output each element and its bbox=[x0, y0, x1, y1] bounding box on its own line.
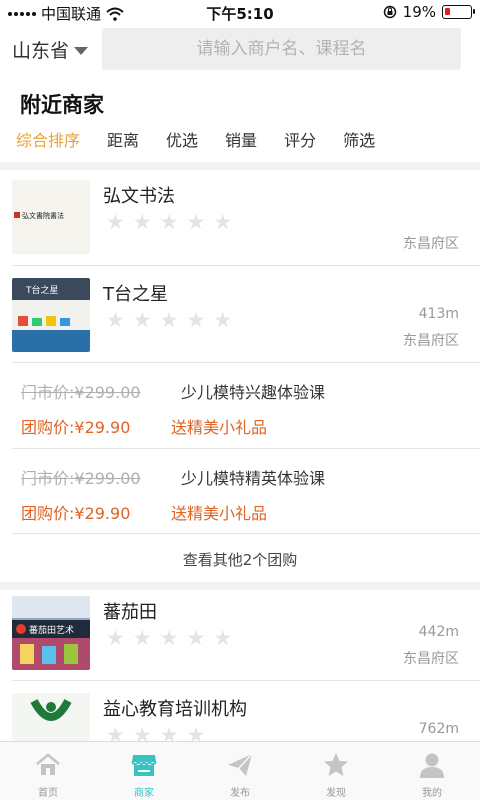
thumb-store-sign: 蕃茄田艺术 bbox=[29, 624, 74, 636]
deal-group-price: 团购价:¥29.90 bbox=[21, 418, 131, 437]
merchant-distance: 762m bbox=[418, 721, 459, 737]
star-icon: ★ bbox=[213, 210, 233, 234]
store-icon bbox=[131, 755, 157, 776]
tab-discover[interactable]: 发现 bbox=[288, 742, 384, 800]
merchant-name: T台之星 bbox=[103, 284, 168, 305]
star-icon: ★ bbox=[106, 308, 125, 332]
merchant-area: 东昌府区 bbox=[403, 651, 459, 667]
merchant-area: 东昌府区 bbox=[403, 333, 459, 349]
merchant-thumbnail: 弘文書院書法 bbox=[12, 180, 90, 254]
tab-label: 我的 bbox=[422, 788, 442, 799]
star-icon: ★ bbox=[132, 626, 152, 650]
star-icon: ★ bbox=[159, 308, 179, 332]
merchant-name: 蕃茄田 bbox=[103, 602, 157, 623]
calligraphy-logo-image: 弘文書院書法 bbox=[12, 180, 90, 254]
battery-icon bbox=[442, 5, 475, 19]
divider bbox=[12, 448, 480, 449]
sort-tab-sales[interactable]: 销量 bbox=[225, 127, 257, 151]
rating-stars: ★ ★ ★ ★ ★ bbox=[106, 212, 232, 233]
province-label: 山东省 bbox=[12, 40, 70, 62]
education-logo-image bbox=[12, 693, 90, 741]
star-icon: ★ bbox=[159, 626, 179, 650]
deal-original-price: 门市价:¥299.00 bbox=[21, 469, 141, 488]
tab-profile[interactable]: 我的 bbox=[384, 742, 480, 800]
battery-percent: 19% bbox=[402, 3, 436, 21]
province-selector[interactable]: 山东省 bbox=[12, 36, 89, 63]
star-icon: ★ bbox=[132, 308, 152, 332]
studio-photo-image: T台之星 bbox=[12, 278, 90, 352]
home-icon bbox=[36, 753, 60, 775]
divider bbox=[12, 362, 480, 363]
search-row: 山东省 bbox=[0, 28, 480, 70]
star-icon: ★ bbox=[213, 626, 233, 650]
merchant-distance: 442m bbox=[418, 624, 459, 640]
deal-group-price: 团购价:¥29.90 bbox=[21, 504, 131, 523]
star-icon: ★ bbox=[213, 308, 233, 332]
merchant-area: 东昌府区 bbox=[403, 236, 459, 252]
star-icon: ★ bbox=[186, 308, 206, 332]
star-icon: ★ bbox=[186, 626, 206, 650]
section-divider bbox=[0, 162, 480, 170]
tab-home[interactable]: 首页 bbox=[0, 742, 96, 800]
status-bar: 中国联通 下午5:10 19% bbox=[0, 0, 480, 24]
tab-merchants[interactable]: 商家 bbox=[96, 742, 192, 800]
tab-label: 商家 bbox=[134, 788, 154, 799]
merchant-thumbnail: 蕃茄田艺术 bbox=[12, 596, 90, 670]
bottom-tab-bar: 首页 商家 发布 发现 我的 bbox=[0, 741, 480, 800]
deal-gift: 送精美小礼品 bbox=[171, 504, 268, 523]
rating-stars: ★ ★ ★ ★ ★ bbox=[106, 628, 232, 649]
sort-tab-distance[interactable]: 距离 bbox=[107, 127, 139, 151]
merchant-name: 弘文书法 bbox=[103, 186, 175, 207]
deal-title: 少儿模特兴趣体验课 bbox=[181, 383, 326, 402]
paper-plane-icon bbox=[228, 753, 253, 776]
divider bbox=[12, 680, 480, 681]
more-deals-link[interactable]: 查看其他2个团购 bbox=[0, 549, 480, 570]
sort-tab-preferred[interactable]: 优选 bbox=[166, 127, 198, 151]
star-icon: ★ bbox=[132, 210, 152, 234]
rotation-lock-icon bbox=[383, 5, 396, 19]
star-icon: ★ bbox=[106, 626, 125, 650]
sort-tab-rating[interactable]: 评分 bbox=[284, 127, 316, 151]
divider bbox=[12, 265, 480, 266]
star-icon: ★ bbox=[159, 210, 179, 234]
star-icon: ★ bbox=[186, 210, 206, 234]
section-title: 附近商家 bbox=[20, 93, 104, 117]
tab-label: 发现 bbox=[326, 788, 346, 799]
section-divider bbox=[0, 582, 480, 590]
tab-label: 发布 bbox=[230, 788, 250, 799]
merchant-thumbnail bbox=[12, 693, 90, 741]
tab-label: 首页 bbox=[38, 788, 58, 799]
merchant-thumbnail: T台之星 bbox=[12, 278, 90, 352]
thumb-studio-text: T台之星 bbox=[25, 284, 59, 296]
sort-tab-filter[interactable]: 筛选 bbox=[343, 127, 375, 151]
search-input[interactable] bbox=[102, 28, 461, 70]
merchant-distance: 413m bbox=[418, 306, 459, 322]
tomato-art-storefront-image: 蕃茄田艺术 bbox=[12, 596, 90, 670]
deal-title: 少儿模特精英体验课 bbox=[181, 469, 326, 488]
user-icon bbox=[420, 753, 444, 778]
star-icon bbox=[324, 753, 348, 776]
caret-down-icon bbox=[74, 46, 89, 55]
thumb-calligraphy-text: 弘文書院書法 bbox=[22, 211, 64, 220]
sort-tabs: 综合排序 距离 优选 销量 评分 筛选 bbox=[16, 127, 402, 151]
star-icon: ★ bbox=[106, 210, 125, 234]
rating-stars: ★ ★ ★ ★ ★ bbox=[106, 310, 232, 331]
divider bbox=[12, 533, 480, 534]
deal-gift: 送精美小礼品 bbox=[171, 418, 268, 437]
tab-publish[interactable]: 发布 bbox=[192, 742, 288, 800]
status-right: 19% bbox=[383, 3, 475, 21]
merchant-name: 益心教育培训机构 bbox=[103, 699, 247, 720]
deal-original-price: 门市价:¥299.00 bbox=[21, 383, 141, 402]
battery-level bbox=[445, 8, 450, 15]
sort-tab-comprehensive[interactable]: 综合排序 bbox=[16, 127, 80, 151]
